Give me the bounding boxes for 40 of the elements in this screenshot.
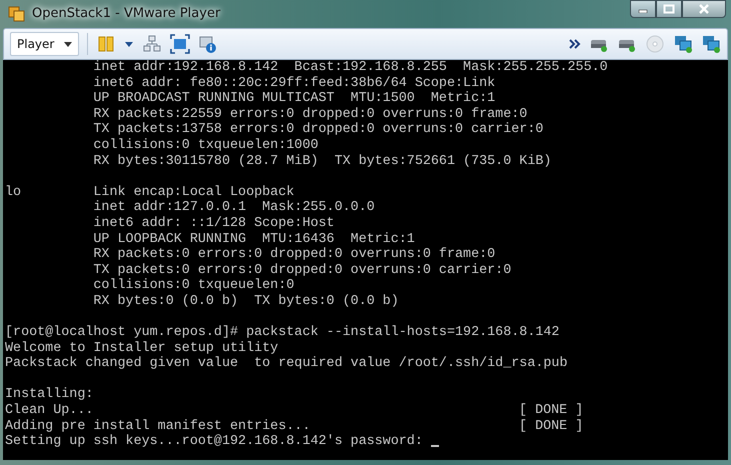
step-status: [ DONE ] [519, 403, 584, 419]
vm-logo-icon[interactable] [8, 4, 26, 22]
terminal-line: Packstack changed given value to required value /root/.ssh/id_rsa.pub [5, 356, 568, 372]
terminal-line: [root@localhost yum.repos.d]# packstack --install-hosts=192.168.8.142 [5, 325, 560, 341]
window-title: OpenStack1 - VMware Player [32, 6, 220, 20]
terminal-line: inet6 addr: ::1/128 Scope:Host [92, 216, 334, 232]
terminal-line: RX bytes:30115780 (28.7 MiB) TX bytes:752661 (735.0 KiB) [92, 154, 552, 170]
network-adapter-icon[interactable] [701, 34, 721, 54]
fullscreen-icon[interactable] [170, 34, 190, 54]
terminal-line: RX packets:0 errors:0 dropped:0 overruns:0 frame:0 [92, 247, 496, 263]
terminal-line: Welcome to Installer setup utility [5, 340, 278, 356]
terminal-line: inet addr:127.0.0.1 Mask:255.0.0.0 [92, 200, 375, 216]
caret-icon [64, 42, 72, 46]
terminal-line: lo Link encap:Local Loopback [5, 184, 294, 200]
terminal-line: Installing: [5, 387, 94, 403]
terminal-line: TX packets:13758 errors:0 dropped:0 overruns:0 carrier:0 [92, 122, 544, 138]
terminal-line: collisions:0 txqueuelen:0 [92, 278, 294, 294]
terminal-line: RX bytes:0 (0.0 b) TX bytes:0 (0.0 b) [92, 294, 399, 310]
terminal-line: TX packets:0 errors:0 dropped:0 overruns:0 carrier:0 [92, 262, 512, 278]
close-icon [698, 4, 710, 14]
maximize-button[interactable] [656, 0, 682, 18]
step-status: [ DONE ] [519, 418, 584, 434]
player-menu[interactable]: Player [10, 32, 80, 56]
network-adapter-icon[interactable] [673, 34, 693, 54]
close-button[interactable] [682, 0, 726, 18]
terminal-line: inet6 addr: fe80::20c:29ff:feed:38b6/64 Scope:Link [92, 76, 496, 91]
terminal-line: Adding pre install manifest entries... [5, 418, 312, 434]
info-icon[interactable] [198, 34, 218, 54]
network-icon[interactable] [142, 34, 162, 54]
terminal-line: RX packets:22559 errors:0 dropped:0 overruns:0 frame:0 [92, 106, 528, 122]
minimize-button[interactable] [630, 0, 656, 18]
pause-icon[interactable] [96, 34, 116, 54]
caret-icon[interactable] [124, 40, 134, 48]
terminal-line: inet addr:192.168.8.142 Bcast:192.168.8.255 Mask:255.255.255.0 [92, 60, 608, 76]
terminal-line: Setting up ssh keys...root@192.168.8.142's password: [5, 434, 423, 450]
terminal-line: collisions:0 txqueuelen:1000 [92, 138, 318, 154]
terminal-line: UP BROADCAST RUNNING MULTICAST MTU:1500 Metric:1 [92, 91, 496, 107]
maximize-icon [663, 4, 675, 14]
terminal-line: Clean Up... [5, 403, 94, 419]
terminal-line: UP LOOPBACK RUNNING MTU:16436 Metric:1 [92, 232, 415, 247]
